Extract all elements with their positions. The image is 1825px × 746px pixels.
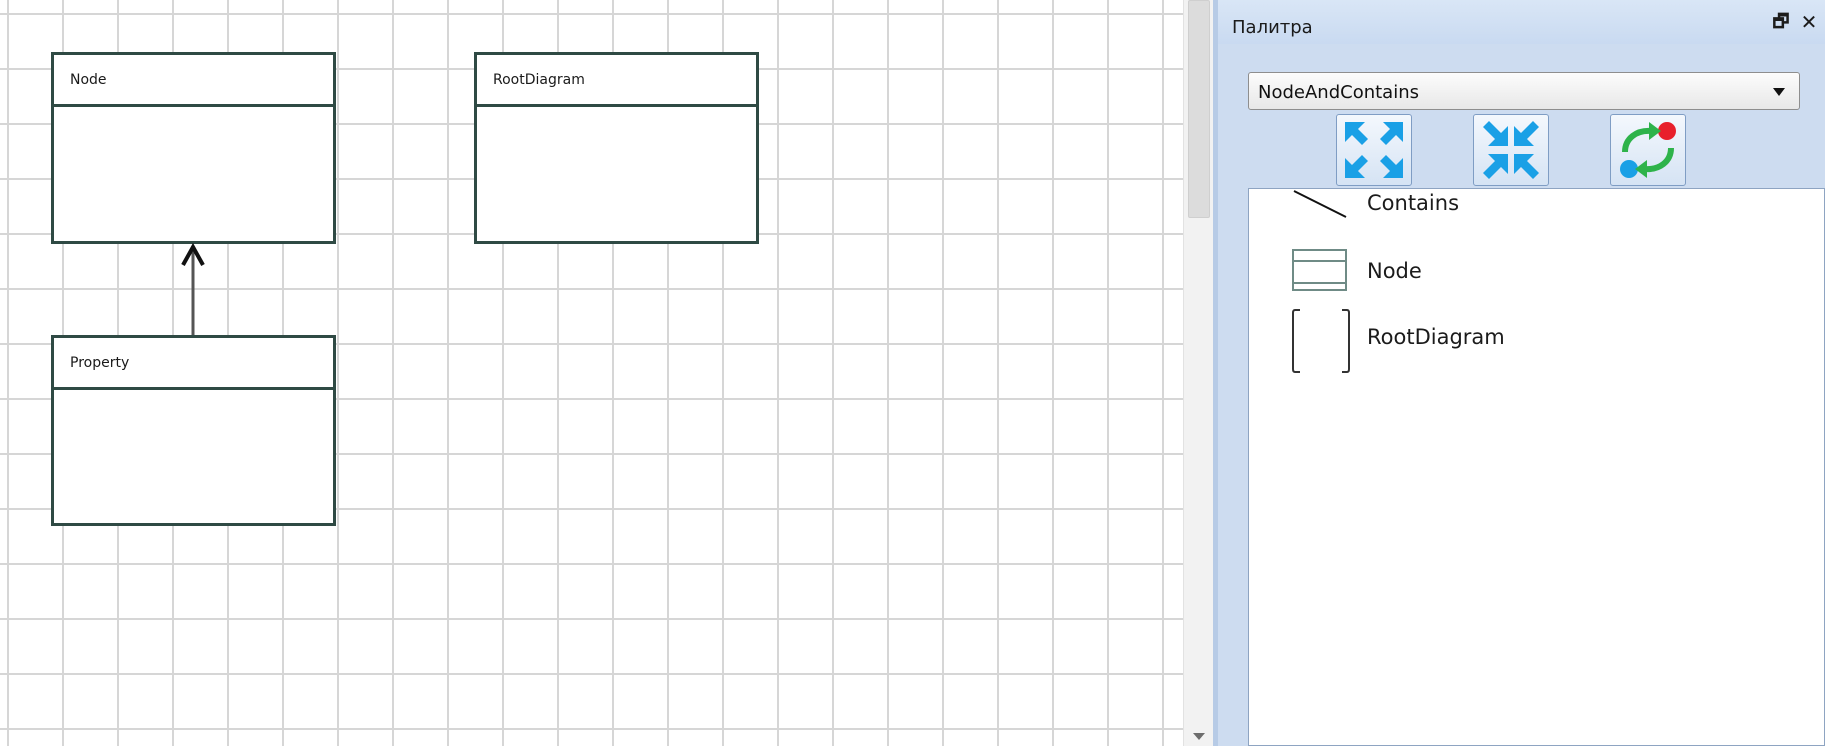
diagram-canvas[interactable]: Node RootDiagram Property xyxy=(0,0,1183,746)
node-class-property[interactable]: Property xyxy=(51,335,336,526)
node-body xyxy=(54,390,333,523)
expand-icon xyxy=(1345,122,1403,178)
palette-panel: Палитра 🗗 ✕ NodeAndContains Contains Nod… xyxy=(1213,0,1825,746)
scroll-down-arrow-icon[interactable] xyxy=(1193,733,1205,740)
palette-item-label: Node xyxy=(1367,259,1422,283)
collapse-icon xyxy=(1483,121,1539,179)
palette-items-list: Contains Node RootDiagram xyxy=(1248,188,1825,746)
line-icon xyxy=(1293,190,1347,218)
node-title[interactable]: RootDiagram xyxy=(477,55,756,107)
palette-item-label: Contains xyxy=(1367,191,1460,215)
refresh-icon xyxy=(1620,122,1676,178)
palette-title: Палитра xyxy=(1232,17,1313,38)
palette-item-contains[interactable]: Contains xyxy=(1249,189,1809,239)
collapse-all-button[interactable] xyxy=(1473,114,1549,186)
expand-all-button[interactable] xyxy=(1336,114,1412,186)
palette-item-label: RootDiagram xyxy=(1367,325,1505,349)
node-body xyxy=(477,107,756,241)
node-shape-icon xyxy=(1292,249,1347,291)
restore-window-icon[interactable]: 🗗 xyxy=(1769,11,1793,33)
node-title[interactable]: Node xyxy=(54,55,333,107)
scrollbar-thumb[interactable] xyxy=(1188,0,1210,218)
palette-item-rootdiagram[interactable]: RootDiagram xyxy=(1249,309,1809,373)
palette-set-value: NodeAndContains xyxy=(1258,82,1419,103)
node-class-node[interactable]: Node xyxy=(51,52,336,244)
palette-item-node[interactable]: Node xyxy=(1249,245,1809,295)
container-shape-icon xyxy=(1292,309,1350,373)
palette-set-dropdown[interactable]: NodeAndContains xyxy=(1248,72,1800,110)
node-body xyxy=(54,107,333,241)
chevron-down-icon[interactable] xyxy=(1773,88,1785,96)
node-title[interactable]: Property xyxy=(54,338,333,390)
node-class-rootdiagram[interactable]: RootDiagram xyxy=(474,52,759,244)
refresh-button[interactable] xyxy=(1610,114,1686,186)
vertical-scrollbar[interactable] xyxy=(1183,0,1213,746)
palette-title-bar[interactable]: Палитра 🗗 ✕ xyxy=(1218,0,1825,44)
close-icon[interactable]: ✕ xyxy=(1798,11,1820,33)
